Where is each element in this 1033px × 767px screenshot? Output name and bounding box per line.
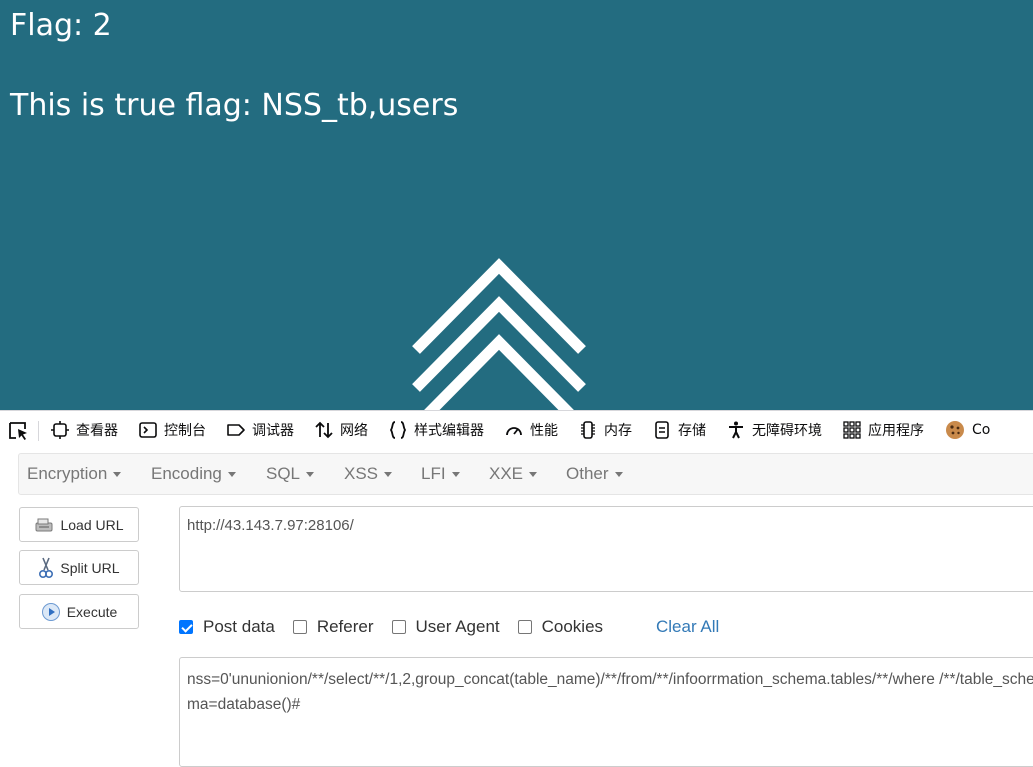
menu-encoding[interactable]: Encoding [151, 464, 236, 484]
checkbox-label: Cookies [541, 617, 604, 636]
checkbox-unchecked-icon [292, 620, 307, 634]
menu-sql[interactable]: SQL [266, 464, 315, 484]
hackbar-menubar: Encryption Encoding SQL XSS LFI XXE Othe… [18, 453, 1033, 495]
tab-label: 样式编辑器 [414, 423, 484, 439]
hackbar-panel: Encryption Encoding SQL XSS LFI XXE Othe… [0, 449, 1033, 767]
cookie-icon [946, 421, 964, 439]
tab-label: 性能 [530, 423, 558, 439]
menu-label: SQL [266, 464, 301, 483]
tab-label: 内存 [604, 423, 632, 439]
referer-checkbox[interactable]: Referer [292, 617, 374, 637]
scissors-icon [39, 557, 54, 578]
tab-label: 调试器 [252, 423, 294, 439]
inspector-icon [51, 421, 69, 439]
caret-down-icon [529, 472, 538, 478]
load-url-button[interactable]: Load URL [19, 507, 139, 542]
caret-down-icon [113, 472, 122, 478]
console-icon [139, 422, 157, 438]
tab-memory[interactable]: 内存 [578, 420, 632, 440]
debugger-icon [227, 424, 245, 436]
true-flag-line: This is true flag: NSS_tb,users [10, 88, 459, 123]
devtools-tab-list: 查看器 控制台 调试器 网络 样式编辑器 性能 内存 存储 无障碍环境 应用程序… [50, 411, 1010, 449]
caret-down-icon [384, 472, 393, 478]
menu-other[interactable]: Other [566, 464, 623, 484]
request-options: Post data Referer User Agent Cookies [179, 617, 621, 637]
split-url-button[interactable]: Split URL [19, 550, 139, 585]
checkbox-label: Referer [316, 617, 374, 636]
chevron-up-logo-icon [412, 258, 586, 410]
caret-down-icon [614, 472, 623, 478]
accessibility-icon [729, 421, 743, 439]
menu-label: Encryption [27, 464, 108, 483]
tab-performance[interactable]: 性能 [504, 420, 558, 440]
tab-inspector[interactable]: 查看器 [50, 420, 118, 440]
menu-label: XXE [489, 464, 524, 483]
play-icon [41, 602, 60, 621]
network-icon [315, 421, 333, 439]
tab-label: 查看器 [76, 423, 118, 439]
checkbox-label: Post data [203, 617, 275, 636]
cookies-checkbox[interactable]: Cookies [517, 617, 604, 637]
tab-label: 网络 [340, 423, 368, 439]
application-icon [843, 421, 861, 439]
menu-label: Encoding [151, 464, 222, 483]
post-data-input[interactable]: nss=0'ununionion/**/select/**/1,2,group_… [179, 657, 1033, 767]
caret-down-icon [451, 472, 460, 478]
checkbox-unchecked-icon [517, 620, 532, 634]
page-viewport: Flag: 2 This is true flag: NSS_tb,users [0, 0, 1033, 410]
tab-style-editor[interactable]: 样式编辑器 [388, 420, 484, 440]
user-agent-checkbox[interactable]: User Agent [391, 617, 500, 637]
memory-icon [581, 421, 595, 439]
tab-label: 应用程序 [868, 423, 924, 439]
split-url-label: Split URL [60, 559, 120, 576]
menu-label: Other [566, 464, 609, 483]
tab-label: 存储 [678, 423, 706, 439]
tab-application[interactable]: 应用程序 [842, 420, 924, 440]
tab-cookies[interactable]: Co [944, 419, 990, 441]
flag-line: Flag: 2 [10, 8, 112, 43]
url-input[interactable]: http://43.143.7.97:28106/ [179, 506, 1033, 592]
menu-encryption[interactable]: Encryption [27, 464, 122, 484]
load-url-label: Load URL [60, 516, 124, 533]
element-picker-icon[interactable] [8, 421, 30, 441]
tab-accessibility[interactable]: 无障碍环境 [726, 420, 822, 440]
toolbar-divider [38, 421, 39, 441]
menu-xxe[interactable]: XXE [489, 464, 538, 484]
style-editor-icon [389, 421, 407, 439]
execute-label: Execute [66, 603, 118, 620]
caret-down-icon [227, 472, 236, 478]
performance-icon [506, 427, 522, 436]
caret-down-icon [306, 472, 315, 478]
menu-label: LFI [421, 464, 446, 483]
checkbox-label: User Agent [415, 617, 500, 636]
menu-label: XSS [344, 464, 379, 483]
tab-label: 控制台 [164, 423, 206, 439]
tab-storage[interactable]: 存储 [652, 420, 706, 440]
tab-network[interactable]: 网络 [314, 420, 368, 440]
menu-xss[interactable]: XSS [344, 464, 393, 484]
post-data-checkbox[interactable]: Post data [179, 617, 275, 637]
menu-lfi[interactable]: LFI [421, 464, 460, 484]
checkbox-unchecked-icon [391, 620, 406, 634]
execute-button[interactable]: Execute [19, 594, 139, 629]
clear-all-link[interactable]: Clear All [656, 617, 719, 637]
checkbox-checked-icon [179, 620, 193, 634]
storage-icon [655, 421, 669, 439]
tab-label: Co [972, 422, 991, 438]
tab-debugger[interactable]: 调试器 [226, 420, 294, 440]
tab-console[interactable]: 控制台 [138, 420, 206, 440]
devtools-toolbar: 查看器 控制台 调试器 网络 样式编辑器 性能 内存 存储 无障碍环境 应用程序… [0, 410, 1033, 450]
load-url-icon [35, 518, 53, 531]
tab-label: 无障碍环境 [752, 423, 822, 439]
